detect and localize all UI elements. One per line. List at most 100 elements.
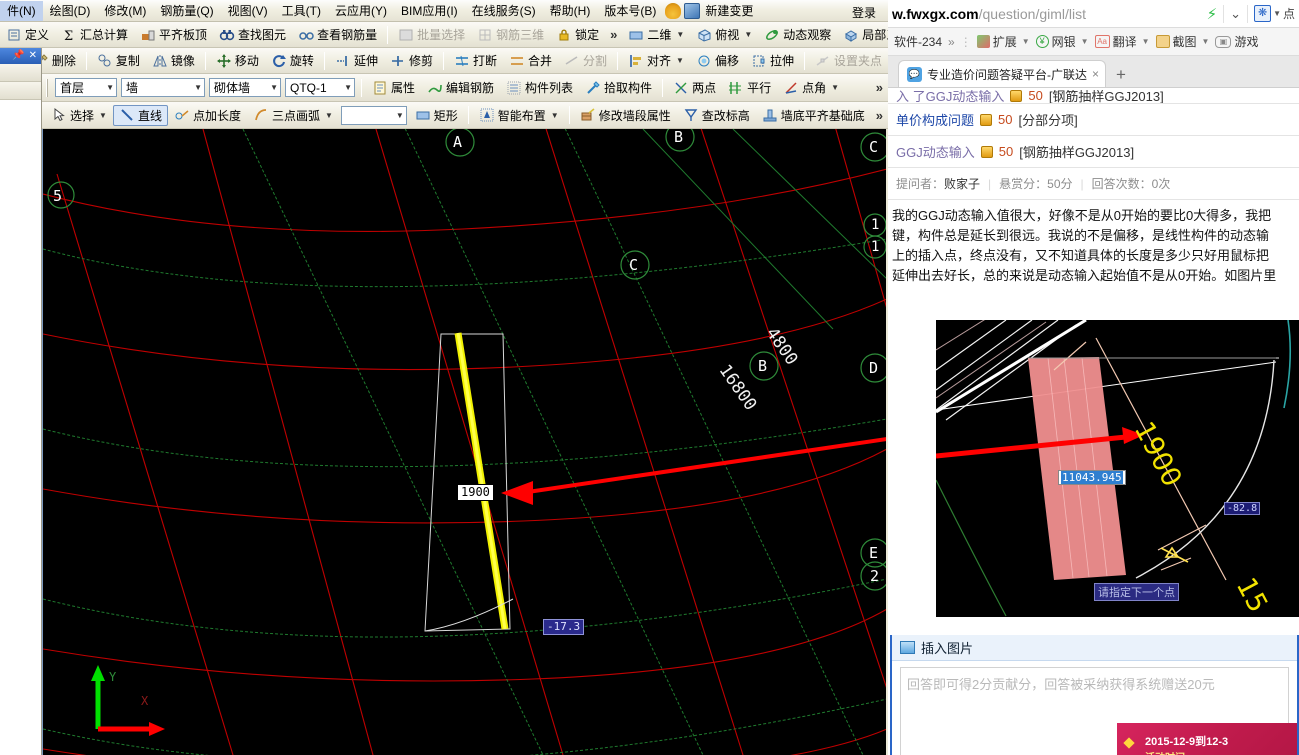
toolbar-overflow-1[interactable]: » <box>605 27 622 42</box>
chevron-down-icon[interactable]: ▼ <box>1022 37 1030 46</box>
toolbar-wall-base-align-button[interactable]: 墙底平齐基础底 <box>756 105 871 126</box>
menu-item-online-service[interactable]: 在线服务(S) <box>465 1 543 21</box>
chevron-down-icon[interactable]: ▼ <box>551 111 559 120</box>
address-text[interactable]: w.fwxgx.com/question/giml/list <box>892 6 1207 22</box>
question-title[interactable]: 入 了GGJ动态输入 <box>896 90 1004 103</box>
toolbar-point-angle-button[interactable]: 点角 ▼ <box>777 77 845 98</box>
toolbar-parallel-button[interactable]: 平行 <box>722 77 777 98</box>
toolbar-line-button[interactable]: 直线 <box>112 104 168 126</box>
toolbar-pick-member-button[interactable]: 拾取构件 <box>579 77 658 98</box>
menu-item-version[interactable]: 版本号(B) <box>597 1 663 21</box>
question-row[interactable]: 单价构成问题 50 [分部分项] <box>888 104 1299 136</box>
login-button[interactable]: 登录 <box>844 2 884 21</box>
chevron-down-icon[interactable]: ▼ <box>338 83 352 92</box>
toolbar-local-3d-button[interactable]: 局部三维 <box>837 24 888 45</box>
menu-item-draw[interactable]: 绘图(D) <box>43 1 98 21</box>
chevron-down-icon[interactable]: ▼ <box>831 83 839 92</box>
menu-item-help[interactable]: 帮助(H) <box>543 1 598 21</box>
menu-item-view[interactable]: 视图(V) <box>221 1 275 21</box>
menu-item-cloud[interactable]: 云应用(Y) <box>328 1 394 21</box>
floor-select[interactable]: 首层 ▼ <box>55 78 117 97</box>
toolbar-rectangle-button[interactable]: 矩形 <box>409 105 464 126</box>
chevron-down-icon[interactable]: ▼ <box>1273 9 1281 18</box>
toolbar-trim-button[interactable]: 修剪 <box>384 50 439 71</box>
toolbar-split-button[interactable]: 分割 <box>558 50 613 71</box>
chevron-down-icon[interactable]: ▼ <box>1142 37 1150 46</box>
bookmark-overflow[interactable]: » <box>945 34 958 50</box>
question-title[interactable]: 单价构成问题 <box>896 110 974 129</box>
type-select[interactable]: 砌体墙 ▼ <box>209 78 281 97</box>
chevron-down-icon[interactable]: ▼ <box>188 83 202 92</box>
toolbar-view-2d-button[interactable]: 二维 ▼ <box>622 24 690 45</box>
toolbar-three-point-arc-button[interactable]: 三点画弧 ▼ <box>247 105 339 126</box>
chevron-down-icon[interactable]: ▼ <box>1202 37 1210 46</box>
dianping-label[interactable]: 点 <box>1283 5 1295 22</box>
toolbar-top-view-button[interactable]: 俯视 ▼ <box>690 24 758 45</box>
chevron-down-icon[interactable]: ▼ <box>100 83 114 92</box>
question-row[interactable]: GGJ动态输入 50 [钢筋抽样GGJ2013] <box>888 136 1299 168</box>
toolbar-orbit-button[interactable]: 动态观察 <box>758 24 837 45</box>
toolbar-smart-layout-button[interactable]: 智能布置 ▼ <box>473 105 565 126</box>
insert-image-icon[interactable] <box>900 641 915 654</box>
menu-item-rebar[interactable]: 钢筋量(Q) <box>153 1 220 21</box>
new-change-button[interactable]: 新建变更 <box>703 1 760 21</box>
toolbar-batch-select-button[interactable]: 批量选择 <box>392 24 471 45</box>
question-attached-image[interactable]: 1900 15 11043.945 -82.8 请指定下一个点 <box>936 320 1299 617</box>
bookmark-game[interactable]: ▣ 游戏 <box>1212 32 1261 51</box>
toolbar-sum-button[interactable]: Σ 汇总计算 <box>55 24 134 45</box>
close-icon[interactable]: ✕ <box>29 51 37 61</box>
toolbar-stretch-button[interactable]: 拉伸 <box>745 50 800 71</box>
toolbar-point-length-button[interactable]: 点加长度 <box>168 105 247 126</box>
member-select[interactable]: QTQ-1 ▼ <box>285 78 355 97</box>
toolbar-align-slab-button[interactable]: 平齐板顶 <box>134 24 213 45</box>
bookmark-screenshot[interactable]: 截图 ▼ <box>1153 32 1213 51</box>
toolbar-rebar-3d-button[interactable]: 钢筋三维 <box>471 24 550 45</box>
toolbar-find-element-button[interactable]: 查找图元 <box>213 24 292 45</box>
menu-item-modify[interactable]: 修改(M) <box>97 1 153 21</box>
lightning-icon[interactable]: ⚡ <box>1207 5 1218 23</box>
chevron-down-icon[interactable]: ▼ <box>99 111 107 120</box>
chevron-down-icon[interactable]: ▼ <box>1081 37 1089 46</box>
new-tab-button[interactable]: + <box>1106 65 1136 87</box>
toolbar-edit-wall-seg-button[interactable]: 修改墙段属性 <box>574 105 677 126</box>
toolbar-offset-button[interactable]: 偏移 <box>690 50 745 71</box>
chevron-down-icon[interactable]: ▼ <box>325 111 333 120</box>
menu-item-tools[interactable]: 工具(T) <box>275 1 328 21</box>
bookmark-extensions[interactable]: 扩展 ▼ <box>974 32 1033 51</box>
browser-tab-active[interactable]: 💬 专业造价问题答疑平台-广联达 × <box>898 60 1107 87</box>
toolbar-define-button[interactable]: 定义 <box>0 24 55 45</box>
toolbar-mirror-button[interactable]: 镜像 <box>146 50 201 71</box>
toolbar-align-button[interactable]: 对齐 ▼ <box>622 50 690 71</box>
toolbar-overflow-3[interactable]: » <box>871 80 888 95</box>
category-select[interactable]: 墙 ▼ <box>121 78 205 97</box>
helmet-icon[interactable] <box>665 2 682 19</box>
toolbar-select-button[interactable]: 选择 ▼ <box>45 105 113 126</box>
app-badge-icon[interactable] <box>684 2 701 19</box>
toolbar-merge-button[interactable]: 合并 <box>503 50 558 71</box>
bookmark-translate[interactable]: Aa 翻译 ▼ <box>1092 32 1153 51</box>
toolbar-properties-button[interactable]: 属性 <box>366 77 421 98</box>
browser-url-bar[interactable]: w.fwxgx.com/question/giml/list ⚡ ⌄ ❋ ▼ 点 <box>888 0 1299 28</box>
chevron-down-icon[interactable]: ▼ <box>676 56 684 65</box>
chevron-down-icon[interactable]: ▼ <box>676 30 684 39</box>
toolbar-break-button[interactable]: 打断 <box>448 50 503 71</box>
chevron-down-icon[interactable]: ▼ <box>744 30 752 39</box>
chevron-down-icon[interactable]: ⌄ <box>1230 6 1241 22</box>
toolbar-lock-button[interactable]: 锁定 <box>550 24 605 45</box>
pin-icon[interactable]: 📌 <box>12 51 24 61</box>
toolbar-grip-point-button[interactable]: 设置夹点 <box>809 50 888 71</box>
cad-canvas[interactable]: Y X 5 A B C C 1 1 B D E 2 4800 16800 15°… <box>42 129 886 755</box>
baidu-paw-icon[interactable]: ❋ <box>1254 5 1272 22</box>
bookmark-bank[interactable]: ¥ 网银 ▼ <box>1033 32 1092 51</box>
question-row-partial[interactable]: 入 了GGJ动态输入 50 [钢筋抽样GGJ2013] <box>888 90 1299 104</box>
toolbar-member-list-button[interactable]: 构件列表 <box>500 77 579 98</box>
dynamic-input-value[interactable]: 1900 <box>457 484 494 501</box>
toolbar-grip-2[interactable] <box>46 78 50 97</box>
thumb-dynamic-input[interactable]: 11043.945 <box>1058 470 1126 485</box>
toolbar-check-elevation-button[interactable]: 查改标高 <box>677 105 756 126</box>
toolbar-edit-rebar-button[interactable]: 编辑钢筋 <box>421 77 500 98</box>
toolbar-two-point-button[interactable]: 两点 <box>667 77 722 98</box>
toolbar-view-rebar-button[interactable]: 查看钢筋量 <box>292 24 383 45</box>
chevron-down-icon[interactable]: ▼ <box>390 111 404 120</box>
menu-item-file[interactable]: 件(N) <box>0 0 43 21</box>
